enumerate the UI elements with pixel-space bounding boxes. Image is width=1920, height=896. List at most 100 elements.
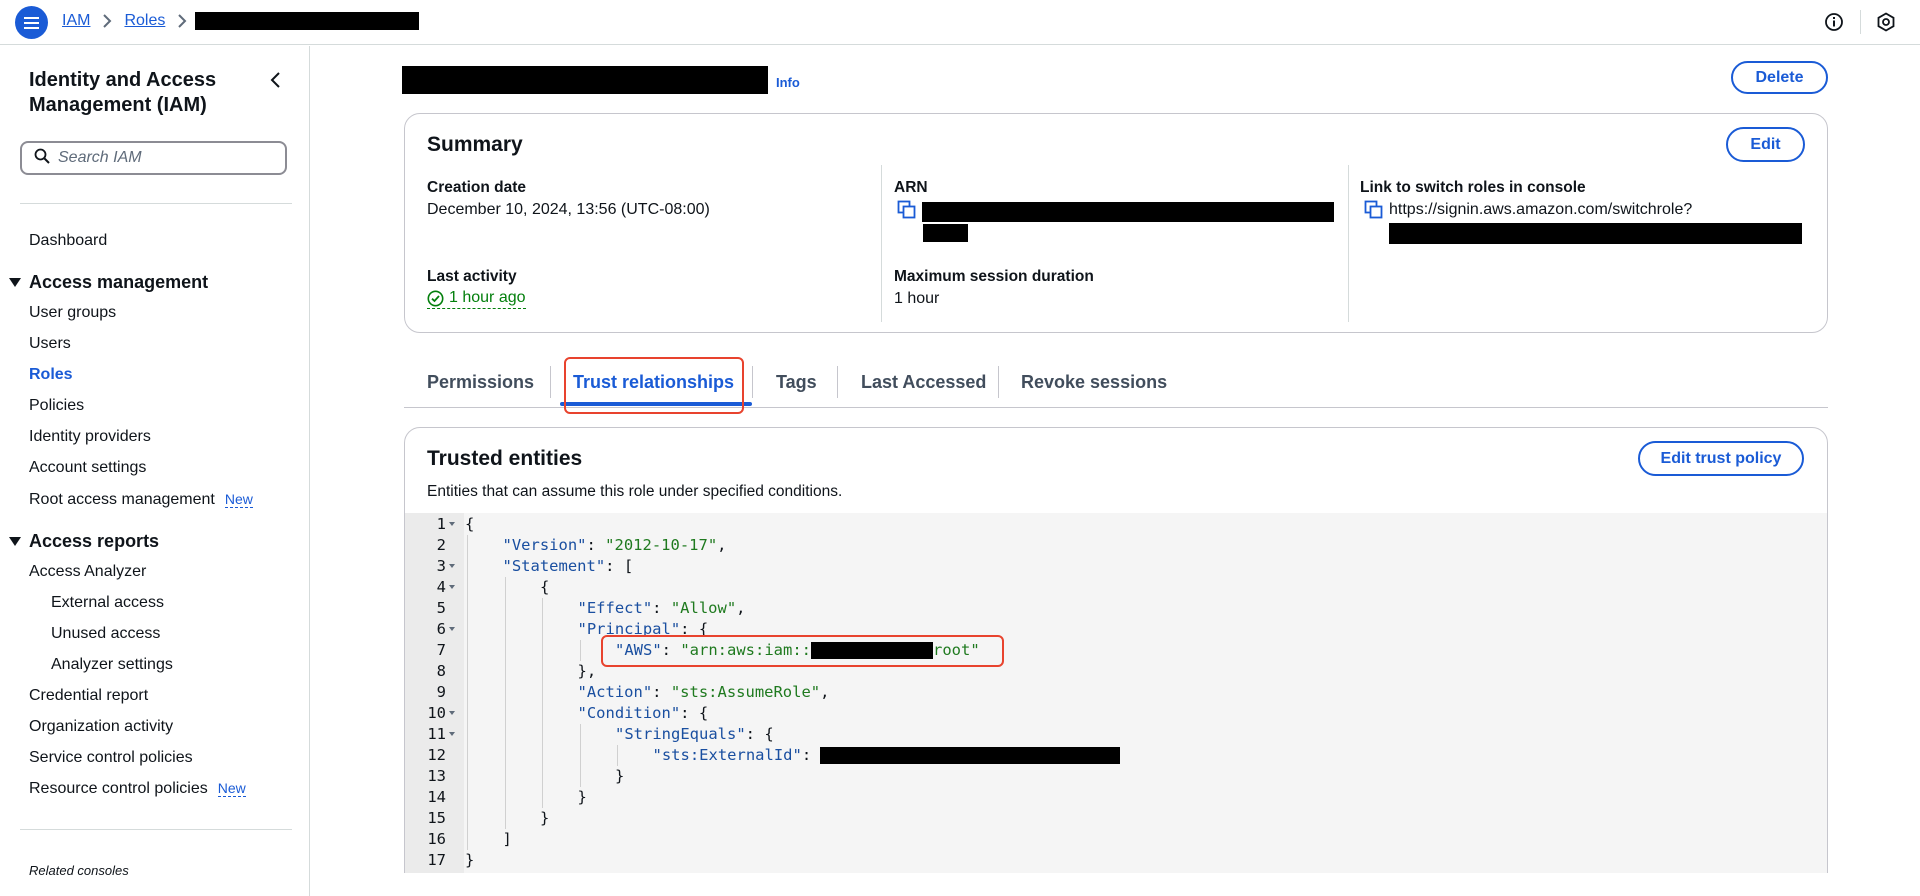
code-text: "Statement": [ (503, 556, 634, 577)
sidebar-item-external-access[interactable]: External access (51, 594, 164, 612)
code-text: } (578, 787, 587, 808)
json-punctuation: : (586, 536, 606, 554)
indent-guide (504, 640, 506, 661)
sidebar-section-access-management[interactable]: Access management (9, 272, 208, 293)
indent-guide (504, 661, 506, 682)
code-text: "Effect": "Allow", (578, 598, 746, 619)
indent-guide (504, 703, 506, 724)
sidebar-item-resource-control-policies[interactable]: Resource control policies New (29, 780, 246, 798)
code-text: { (465, 514, 474, 535)
menu-icon[interactable] (15, 6, 48, 39)
last-activity-status[interactable]: 1 hour ago (427, 289, 526, 309)
line-number: 9 (436, 683, 446, 701)
fold-toggle-icon[interactable] (449, 711, 455, 715)
json-string: "sts:AssumeRole" (670, 683, 821, 701)
indent-guide (542, 724, 543, 745)
sidebar-item-label: Root access management (29, 491, 215, 508)
json-punctuation: } (540, 809, 550, 827)
sidebar-item-access-analyzer[interactable]: Access Analyzer (29, 563, 146, 581)
sidebar-section-label: Access management (29, 272, 209, 292)
edit-trust-policy-button[interactable]: Edit trust policy (1638, 441, 1804, 476)
fold-toggle-icon[interactable] (449, 585, 455, 589)
max-session-label: Maximum session duration (894, 268, 1094, 285)
indent-guide (504, 724, 506, 745)
tab-tags[interactable]: Tags (776, 372, 817, 393)
code-text: }, (578, 661, 597, 682)
sidebar-item-account-settings[interactable]: Account settings (29, 459, 146, 477)
indent-guide (467, 661, 468, 682)
chevron-left-icon[interactable] (266, 70, 286, 90)
sidebar-item-user-groups[interactable]: User groups (29, 304, 116, 322)
sidebar-item-organization-activity[interactable]: Organization activity (29, 718, 173, 736)
indent-guide (467, 619, 468, 640)
tab-revoke-sessions[interactable]: Revoke sessions (1021, 372, 1167, 393)
indent-guide (542, 703, 543, 724)
sidebar-item-roles[interactable]: Roles (29, 366, 73, 384)
tab-separator (550, 366, 551, 398)
json-punctuation: }, (577, 662, 597, 680)
sidebar: Identity and Access Management (IAM) Das… (0, 46, 310, 896)
sidebar-item-policies[interactable]: Policies (29, 397, 84, 415)
sidebar-item-unused-access[interactable]: Unused access (51, 625, 160, 643)
breadcrumb-iam-link[interactable]: IAM (62, 12, 90, 30)
fold-toggle-icon[interactable] (449, 627, 455, 631)
tab-separator (998, 366, 999, 398)
code-line: 14} (405, 787, 1827, 808)
trust-policy-editor[interactable]: 1{2 "Version": "2012-10-17", 3 "Statement":… (405, 513, 1827, 873)
related-consoles-heading: Related consoles (29, 863, 129, 878)
indent-guide (504, 787, 506, 808)
sidebar-item-credential-report[interactable]: Credential report (29, 687, 148, 705)
search-input[interactable] (58, 149, 258, 167)
sidebar-section-label: Access reports (29, 531, 160, 551)
search-box (20, 141, 287, 175)
json-punctuation: } (465, 851, 475, 869)
json-key: "sts:ExternalId" (652, 746, 802, 764)
copy-icon[interactable] (897, 200, 917, 220)
info-link[interactable]: Info (776, 75, 800, 90)
sidebar-item-root-access-management[interactable]: Root access management New (29, 491, 253, 509)
line-number: 5 (436, 599, 446, 617)
creation-date-label: Creation date (427, 179, 527, 196)
json-punctuation: { (465, 515, 475, 533)
indent-guide (467, 724, 468, 745)
indent-guide (542, 640, 543, 661)
indent-guide (467, 535, 468, 556)
tab-permissions[interactable]: Permissions (427, 372, 534, 393)
fold-toggle-icon[interactable] (449, 522, 455, 526)
switch-role-link-value[interactable]: https://signin.aws.amazon.com/switchrole… (1389, 201, 1692, 219)
code-line: 13} (405, 766, 1827, 787)
top-navigation-bar: IAM Roles (0, 0, 1920, 45)
creation-date-value: December 10, 2024, 13:56 (UTC-08:00) (427, 201, 710, 218)
edit-button[interactable]: Edit (1726, 127, 1805, 162)
breadcrumb-roles-link[interactable]: Roles (124, 12, 165, 30)
tab-last-accessed[interactable]: Last Accessed (861, 372, 986, 393)
info-circle-icon[interactable] (1824, 12, 1844, 32)
fold-toggle-icon[interactable] (449, 732, 455, 736)
delete-button[interactable]: Delete (1731, 61, 1828, 94)
search-icon (34, 148, 50, 169)
chevron-right-icon (177, 14, 187, 28)
sidebar-item-users[interactable]: Users (29, 335, 71, 353)
settings-hexagon-icon[interactable] (1876, 12, 1896, 32)
code-line: 5 "Effect": "Allow", (405, 598, 1827, 619)
sidebar-item-analyzer-settings[interactable]: Analyzer settings (51, 656, 173, 674)
json-string: "Allow" (670, 599, 737, 617)
code-line: 11 "StringEquals": { (405, 724, 1827, 745)
sidebar-item-dashboard[interactable]: Dashboard (29, 232, 107, 250)
copy-icon[interactable] (1364, 200, 1384, 220)
code-line: 12 "sts:ExternalId": (405, 745, 1827, 766)
indent-guide (504, 619, 506, 640)
line-number: 3 (436, 557, 446, 575)
indent-guide (542, 661, 543, 682)
fold-toggle-icon[interactable] (449, 564, 455, 568)
indent-guide (504, 577, 506, 598)
line-number: 12 (427, 746, 446, 764)
code-text: } (540, 808, 549, 829)
indent-guide (504, 766, 506, 787)
sidebar-section-access-reports[interactable]: Access reports (9, 531, 159, 552)
indent-guide (542, 682, 543, 703)
sidebar-item-service-control-policies[interactable]: Service control policies (29, 749, 193, 767)
line-number: 8 (436, 662, 446, 680)
sidebar-item-identity-providers[interactable]: Identity providers (29, 428, 151, 446)
line-number: 10 (427, 704, 446, 722)
